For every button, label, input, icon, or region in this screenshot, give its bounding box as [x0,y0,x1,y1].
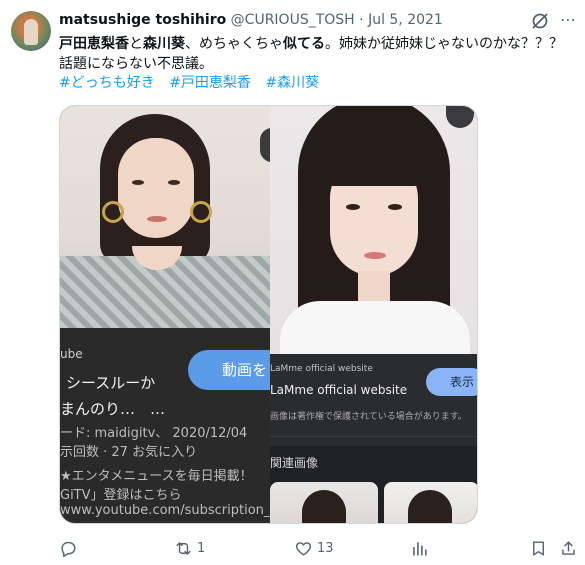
tweet-date[interactable]: Jul 5, 2021 [368,12,443,28]
left-screenshot-pane: ube 動画を シースルーか まんのり… … ード: maidigitv、 20… [60,106,270,523]
right-screenshot-pane: LaMme official website LaMme official we… [270,106,477,523]
share-button[interactable] [559,535,578,561]
separator-dot: · [359,12,364,28]
copyright-notice: 画像は著作権で保護されている場合があります。 [270,412,467,422]
panel-close-icon [260,128,270,162]
tweet-text-and: と [129,36,143,52]
retweet-count: 1 [197,540,206,556]
share-icon [562,540,575,555]
tweet-text: 戸田恵梨香と森川葵、めちゃくちゃ似てる。姉妹か従姉妹じゃないのかな？？？話題にな… [59,34,574,74]
tweet-text-emphasis: 似てる [283,36,325,52]
mention-name-2: 森川葵 [143,36,185,52]
image-source-title: LaMme official website [270,383,408,397]
retweet-button[interactable]: 1 [174,535,205,561]
video-source: ube [60,347,83,361]
related-images-label: 関連画像 [270,456,319,470]
video-desc-line2: GiTV」登録はこちら [60,488,182,503]
reply-button[interactable] [59,535,82,561]
mention-name-1: 戸田恵梨香 [59,36,129,52]
tweet-actions-bar: 1 13 [0,535,585,561]
tweet-media-image[interactable]: ube 動画を シースルーか まんのり… … ード: maidigitv、 20… [59,105,478,524]
left-photo [60,106,270,328]
video-meta-line1: ード: maidigitv、 2020/12/04 [60,426,248,441]
related-thumbnail [270,482,378,523]
video-meta-line2: 示回数 · 27 お気に入り [60,445,198,460]
watch-video-button: 動画を [188,350,270,390]
like-button[interactable]: 13 [294,535,334,561]
video-title-line2: まんのり… … [60,400,166,418]
hashtag-row: #どっちも好き #戸田恵梨香 #森川葵 [59,74,329,92]
grok-icon[interactable] [530,11,550,31]
bookmark-icon [533,540,544,556]
tweet-header: matsushige toshihiro @CURIOUS_TOSH · Jul… [59,11,443,29]
views-button[interactable] [410,535,433,561]
author-name[interactable]: matsushige toshihiro [59,12,226,28]
like-count: 13 [317,540,334,556]
hashtag-link[interactable]: #戸田恵梨香 [169,75,251,91]
video-title-line1: シースルーか [66,374,156,392]
image-source-small: LaMme official website [270,364,373,374]
hashtag-link[interactable]: #どっちも好き [59,75,155,91]
video-desc-line1: ★エンタメニュースを毎日掲載！ [60,469,253,484]
author-handle[interactable]: @CURIOUS_TOSH [231,12,355,28]
reply-icon [61,541,76,557]
divider [270,436,477,437]
show-button: 表示 [426,368,477,396]
hashtag-link[interactable]: #森川葵 [265,75,319,91]
tweet-text-middle: 、めちゃくちゃ [185,36,283,52]
retweet-icon [176,541,191,555]
related-thumbnail [384,482,477,523]
right-photo [270,106,477,354]
views-icon [413,541,427,556]
bookmark-button[interactable] [529,535,548,561]
heart-icon [295,541,312,556]
video-desc-line3: www.youtube.com/subscription_c [60,503,270,518]
lens-icon [446,106,474,128]
more-options-icon[interactable]: ⋯ [558,10,578,30]
author-avatar[interactable] [11,11,51,51]
